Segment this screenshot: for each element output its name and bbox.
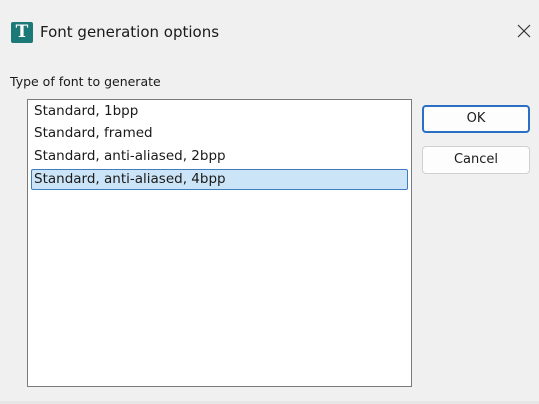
font-type-group-label: Type of font to generate [10, 74, 161, 89]
cancel-button[interactable]: Cancel [422, 146, 530, 174]
ok-button[interactable]: OK [422, 105, 530, 133]
dialog-title: Font generation options [40, 23, 220, 41]
font-generation-options-dialog: T Font generation options Type of font t… [0, 0, 539, 404]
list-item-standard-framed[interactable]: Standard, framed [31, 123, 153, 144]
app-font-icon: T [11, 22, 33, 43]
close-icon [517, 24, 531, 38]
font-type-listbox[interactable]: Standard, 1bpp Standard, framed Standard… [27, 99, 412, 387]
close-button[interactable] [515, 12, 539, 52]
title-bar[interactable]: T Font generation options [0, 0, 539, 66]
list-item-standard-anti-aliased-2bpp[interactable]: Standard, anti-aliased, 2bpp [31, 146, 226, 167]
list-item-standard-anti-aliased-4bpp[interactable]: Standard, anti-aliased, 4bpp [31, 169, 408, 190]
list-item-standard-1bpp[interactable]: Standard, 1bpp [31, 101, 138, 122]
